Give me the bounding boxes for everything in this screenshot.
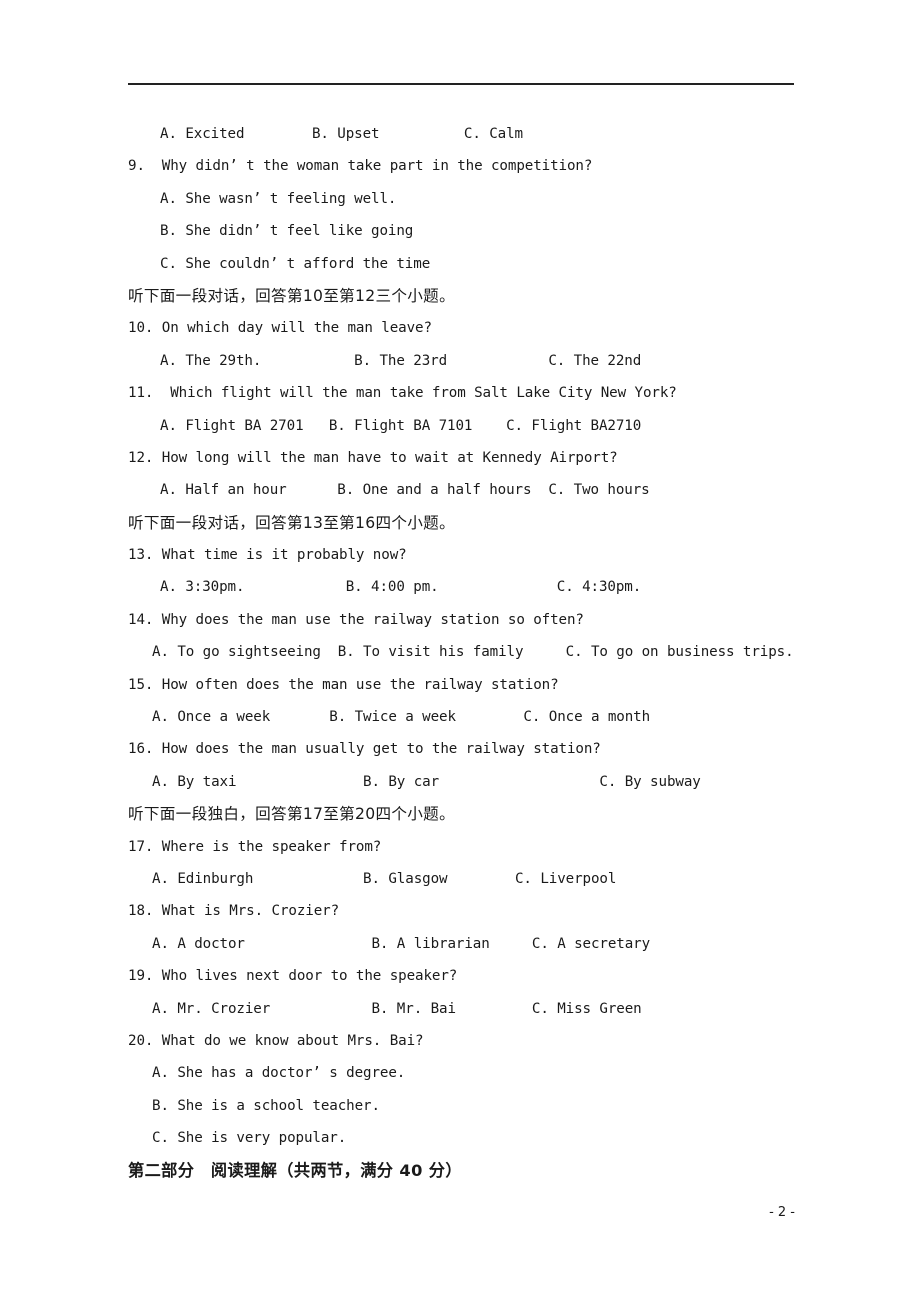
answer-options: A. 3:30pm. B. 4:00 pm. C. 4:30pm. — [160, 579, 642, 596]
listening-instruction: 听下面一段对话，回答第10至第12三个小题。 — [128, 286, 455, 305]
page-number: - 2 - — [769, 1205, 795, 1220]
answer-options: C. She is very popular. — [152, 1130, 347, 1147]
answer-options: A. Flight BA 2701 B. Flight BA 7101 C. F… — [160, 417, 642, 434]
listening-instruction: 听下面一段对话，回答第13至第16四个小题。 — [128, 513, 455, 532]
question-list: A. Excited B. Upset C. Calm 9. Why didn’ … — [0, 118, 920, 1187]
exam-page: A. Excited B. Upset C. Calm 9. Why didn’ … — [0, 0, 920, 1302]
answer-options: A. Half an hour B. One and a half hours … — [160, 482, 650, 499]
answer-options: A. She has a doctor’ s degree. — [152, 1065, 406, 1082]
answer-options: A. To go sightseeing B. To visit his fam… — [152, 644, 794, 661]
answer-options: A. By taxi B. By car C. By subway — [152, 773, 701, 790]
answer-options: B. She is a school teacher. — [152, 1097, 380, 1114]
header-rule-divider — [128, 83, 794, 85]
answer-options: A. Excited B. Upset C. Calm — [160, 126, 523, 142]
question-stem: 19. Who lives next door to the speaker? — [128, 968, 458, 985]
answer-options: A. Edinburgh B. Glasgow C. Liverpool — [152, 870, 617, 887]
answer-options: A. The 29th. B. The 23rd C. The 22nd — [160, 352, 642, 369]
question-stem: 16. How does the man usually get to the … — [128, 741, 601, 758]
listening-instruction: 听下面一段独白，回答第17至第20四个小题。 — [128, 805, 455, 824]
answer-options: B. She didn’ t feel like going — [160, 223, 414, 240]
answer-options: C. She couldn’ t afford the time — [160, 255, 431, 272]
question-stem: 13. What time is it probably now? — [128, 547, 407, 564]
question-stem: 10. On which day will the man leave? — [128, 320, 432, 337]
question-stem: 17. Where is the speaker from? — [128, 838, 382, 855]
answer-options: A. A doctor B. A librarian C. A secretar… — [152, 935, 651, 952]
question-stem: 14. Why does the man use the railway sta… — [128, 611, 584, 628]
question-stem: 12. How long will the man have to wait a… — [128, 449, 618, 466]
question-stem: 18. What is Mrs. Crozier? — [128, 903, 340, 920]
question-stem: 20. What do we know about Mrs. Bai? — [128, 1032, 424, 1049]
answer-options: A. Once a week B. Twice a week C. Once a… — [152, 709, 651, 726]
question-stem: 15. How often does the man use the railw… — [128, 676, 559, 693]
question-stem: 9. Why didn’ t the woman take part in th… — [128, 158, 593, 175]
section-heading: 第二部分 阅读理解（共两节，满分 40 分） — [128, 1160, 462, 1180]
answer-options: A. She wasn’ t feeling well. — [160, 190, 397, 207]
question-stem: 11. Which flight will the man take from … — [128, 385, 677, 402]
answer-options: A. Mr. Crozier B. Mr. Bai C. Miss Green — [152, 1000, 642, 1017]
